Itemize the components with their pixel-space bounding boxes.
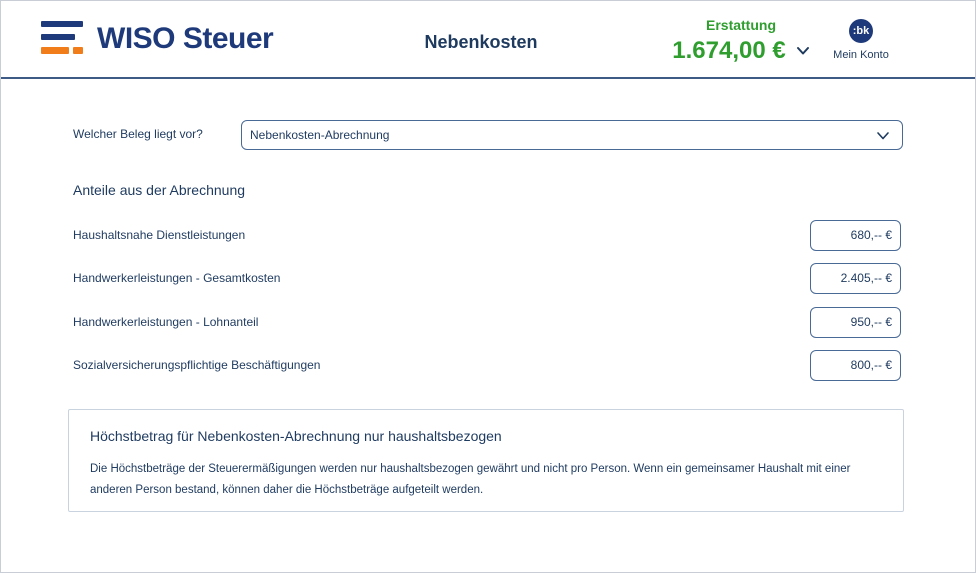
info-title: Höchstbetrag für Nebenkosten-Abrechnung … <box>90 428 502 444</box>
beleg-select-value: Nebenkosten-Abrechnung <box>250 128 390 142</box>
amount-row-label: Handwerkerleistungen - Gesamtkosten <box>73 271 281 285</box>
logo-bar <box>41 47 69 54</box>
amount-input[interactable]: 950,-- € <box>810 307 901 338</box>
chevron-down-icon[interactable] <box>796 44 810 58</box>
amount-row-label: Haushaltsnahe Dienstleistungen <box>73 228 246 242</box>
refund-amount-row: 1.674,00 € <box>672 37 809 65</box>
info-box: Höchstbetrag für Nebenkosten-Abrechnung … <box>68 409 904 512</box>
section-heading: Anteile aus der Abrechnung <box>73 182 246 198</box>
amount-row-label: Handwerkerleistungen - Lohnanteil <box>73 315 259 329</box>
amount-input[interactable]: 680,-- € <box>810 220 901 251</box>
account-label: Mein Konto <box>833 49 889 61</box>
refund-amount: 1.674,00 € <box>672 37 786 64</box>
amount-row-handwerker-gesamtkosten: Handwerkerleistungen - Gesamtkosten 2.40… <box>73 263 903 295</box>
logo-text: WISO Steuer <box>97 22 274 55</box>
amount-row-haushaltsnahe-dienstleistungen: Haushaltsnahe Dienstleistungen 680,-- € <box>73 220 903 252</box>
wiso-logo-icon <box>41 21 83 59</box>
logo-bar <box>73 47 83 54</box>
refund-label: Erstattung <box>706 17 776 33</box>
amount-row-sozialversicherungspflichtige-beschaeftigungen: Sozialversicherungspflichtige Beschäftig… <box>73 350 903 382</box>
info-text: Die Höchstbeträge der Steuerermäßigungen… <box>90 463 851 496</box>
refund-summary[interactable]: Erstattung 1.674,00 € <box>661 17 821 65</box>
chevron-down-icon <box>877 132 889 140</box>
page-title: Nebenkosten <box>424 32 538 52</box>
logo-bar <box>41 34 75 40</box>
avatar: :bk <box>849 19 873 43</box>
app-window: WISO Steuer Nebenkosten Erstattung 1.674… <box>0 0 976 573</box>
amount-input[interactable]: 800,-- € <box>810 350 901 381</box>
header: WISO Steuer Nebenkosten Erstattung 1.674… <box>1 1 975 79</box>
amount-input[interactable]: 2.405,-- € <box>810 263 901 294</box>
account-menu[interactable]: :bk Mein Konto <box>829 19 893 61</box>
amount-row-label: Sozialversicherungspflichtige Beschäftig… <box>73 358 321 372</box>
amount-row-handwerker-lohnanteil: Handwerkerleistungen - Lohnanteil 950,--… <box>73 307 903 339</box>
beleg-select[interactable]: Nebenkosten-Abrechnung <box>241 120 903 150</box>
beleg-label: Welcher Beleg liegt vor? <box>73 127 203 141</box>
wiso-logo[interactable]: WISO Steuer <box>41 21 281 61</box>
logo-bar <box>41 21 83 27</box>
